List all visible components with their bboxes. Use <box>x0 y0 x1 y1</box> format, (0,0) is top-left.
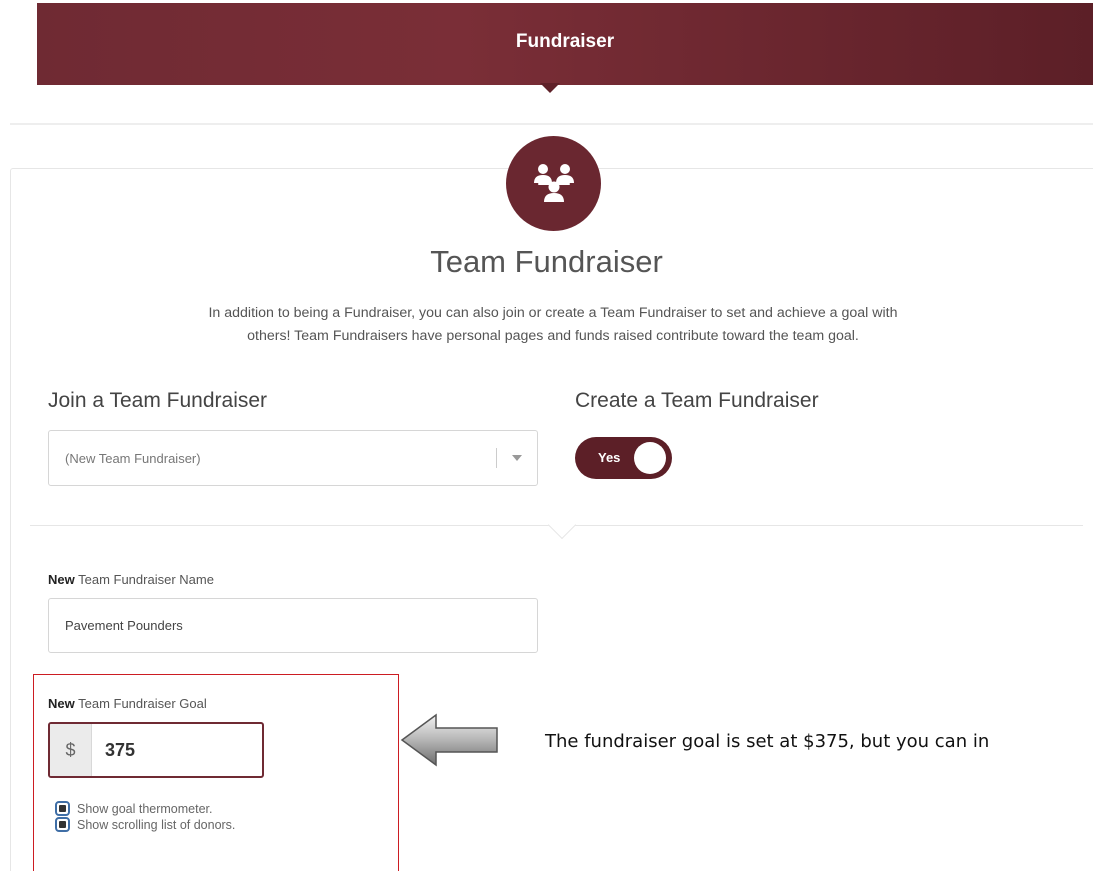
donor-list-label: Show scrolling list of donors. <box>77 817 236 832</box>
team-fundraiser-intro: In addition to being a Fundraiser, you c… <box>60 302 1046 348</box>
goal-thermometer-checkbox[interactable] <box>55 801 70 816</box>
team-goal-label-rest: Team Fundraiser Goal <box>74 696 207 711</box>
team-goal-label-bold: New <box>48 696 75 711</box>
goal-thermometer-label: Show goal thermometer. <box>77 801 213 816</box>
team-name-label: New Team Fundraiser Name <box>48 572 214 587</box>
team-group-icon <box>506 136 601 231</box>
chevron-down-icon[interactable] <box>497 455 537 461</box>
header-notch <box>540 83 560 93</box>
join-team-select-value: (New Team Fundraiser) <box>65 450 201 466</box>
goal-callout-text: The fundraiser goal is set at $375, but … <box>545 731 990 752</box>
donor-list-option[interactable]: Show scrolling list of donors. <box>55 817 235 832</box>
team-goal-value[interactable]: 375 <box>92 724 135 776</box>
team-group-glyph <box>533 163 574 202</box>
intro-line-1: In addition to being a Fundraiser, you c… <box>208 305 898 321</box>
team-fundraiser-title: Team Fundraiser <box>430 244 663 279</box>
top-divider <box>10 123 1093 125</box>
intro-line-2: others! Team Fundraisers have personal p… <box>247 328 859 344</box>
join-team-select[interactable]: (New Team Fundraiser) <box>48 430 538 486</box>
toggle-knob <box>634 442 666 474</box>
toggle-label: Yes <box>598 450 621 465</box>
arrow-left-icon <box>400 713 498 767</box>
dollar-prefix: $ <box>50 724 92 776</box>
team-goal-label: New Team Fundraiser Goal <box>48 696 207 711</box>
team-name-label-rest: Team Fundraiser Name <box>74 572 214 587</box>
team-name-input[interactable] <box>48 598 538 653</box>
team-name-label-bold: New <box>48 572 75 587</box>
create-team-heading: Create a Team Fundraiser <box>575 389 819 412</box>
fundraiser-header: Fundraiser <box>37 3 1093 85</box>
goal-thermometer-option[interactable]: Show goal thermometer. <box>55 801 213 816</box>
donor-list-checkbox[interactable] <box>55 817 70 832</box>
create-team-toggle[interactable]: Yes <box>575 437 672 479</box>
header-title: Fundraiser <box>515 31 615 52</box>
join-team-heading: Join a Team Fundraiser <box>48 389 268 412</box>
team-goal-input[interactable]: $ 375 <box>48 722 264 778</box>
